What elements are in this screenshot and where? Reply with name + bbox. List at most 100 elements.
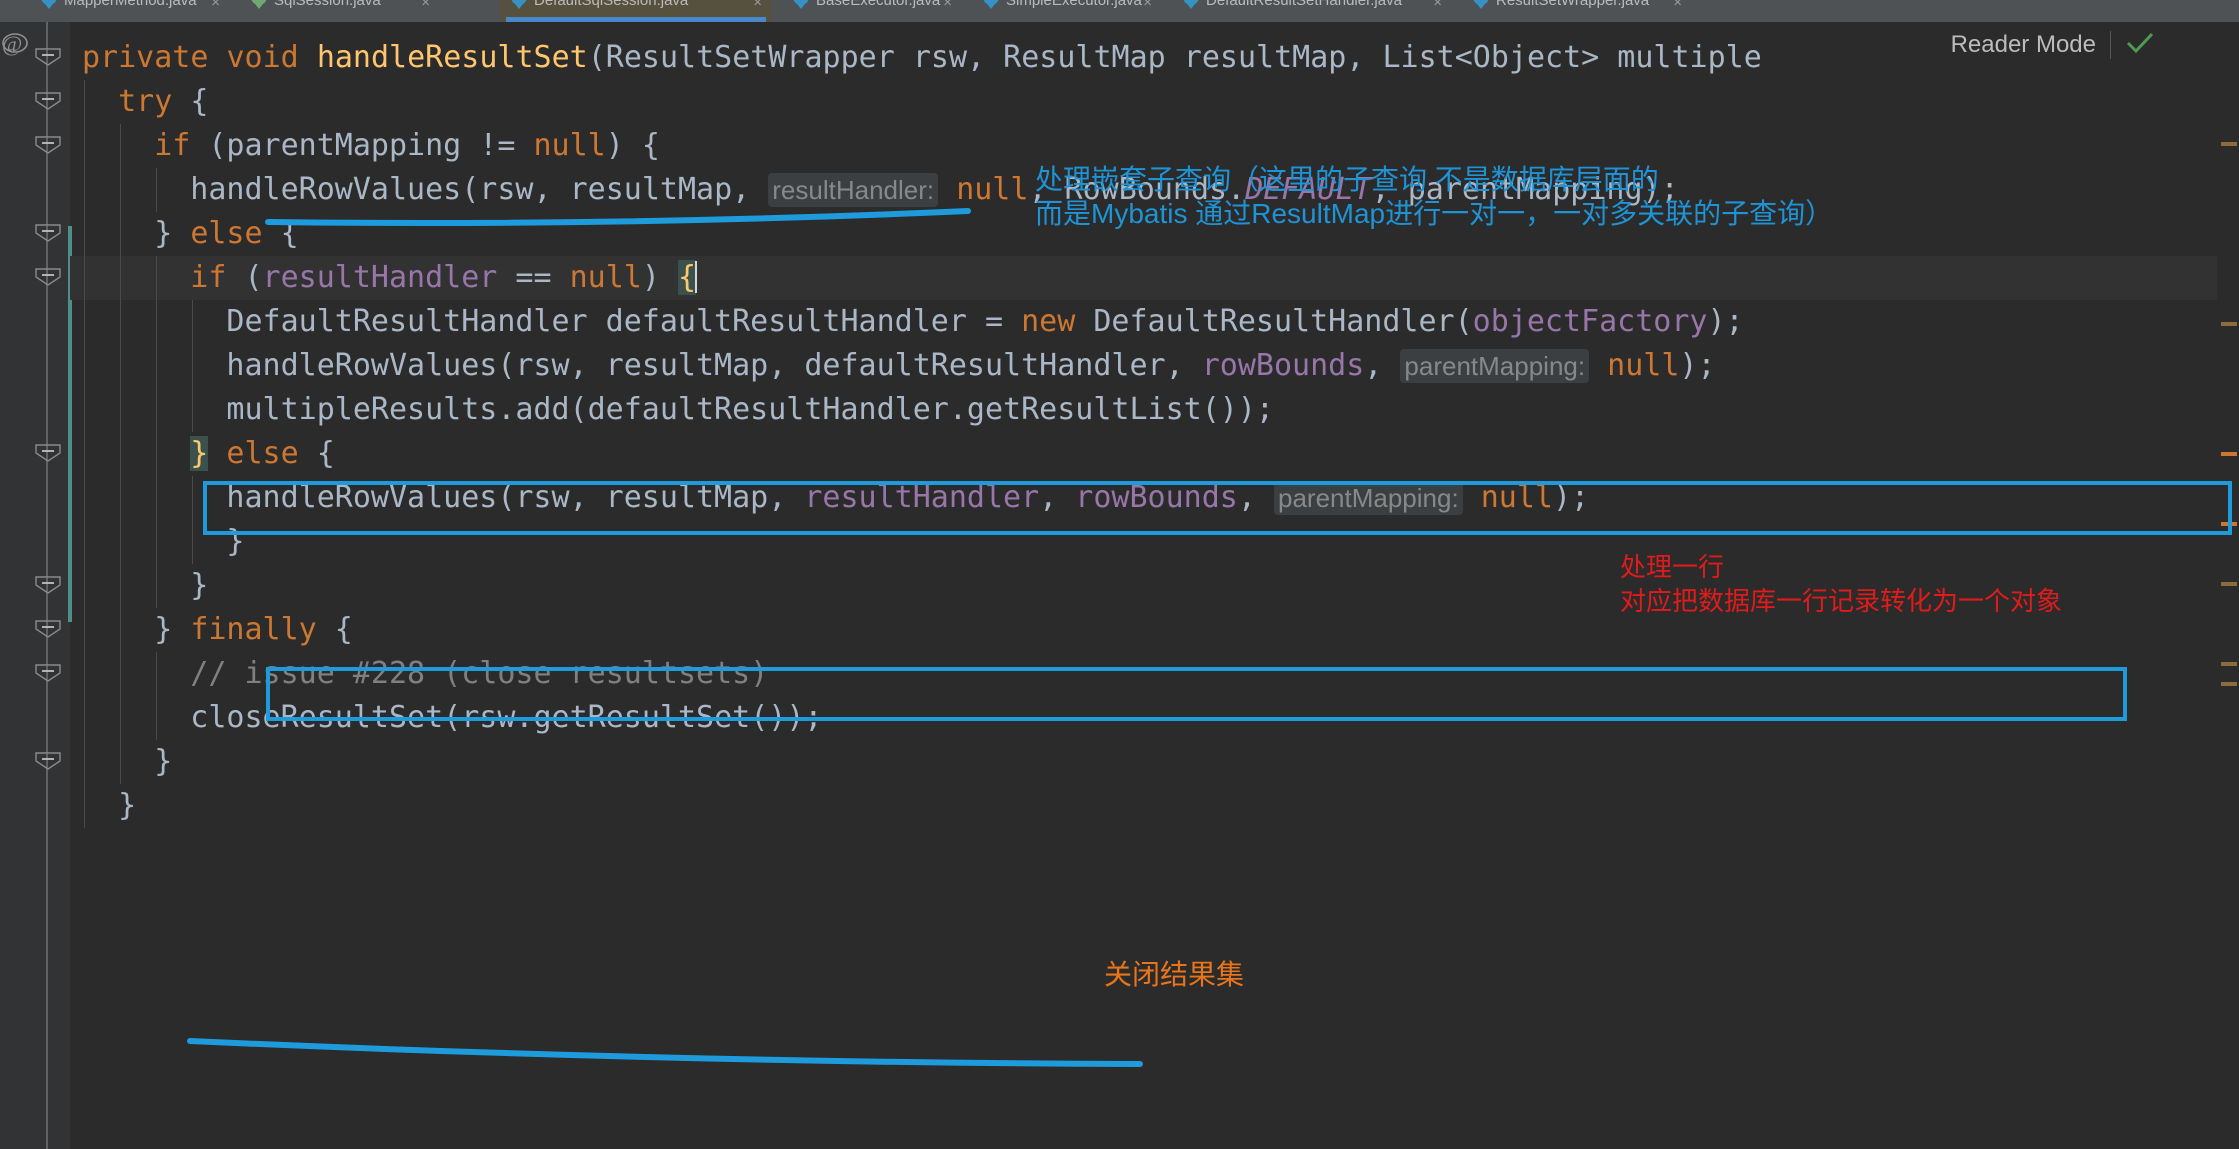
code-fold-toggle-icon[interactable]: [34, 576, 62, 594]
indent-guide: [156, 564, 158, 608]
stripe-mark[interactable]: [2221, 452, 2237, 456]
code-editor[interactable]: @ private void handleResultSet(ResultSet…: [0, 22, 2239, 1149]
code-surface[interactable]: private void handleResultSet(ResultSetWr…: [70, 22, 2239, 1149]
code-line[interactable]: } else {: [70, 432, 2239, 476]
indent-guide: [120, 740, 122, 784]
code-fold-toggle-icon[interactable]: [34, 620, 62, 638]
indent-guide: [156, 300, 158, 344]
editor-tab-6[interactable]: ResultSetWrapper.java ×: [1462, 0, 1692, 22]
stripe-mark[interactable]: [2221, 682, 2237, 686]
code-line[interactable]: if (resultHandler == null) {: [70, 256, 2239, 300]
editor-tab-3[interactable]: BaseExecutor.java ×: [782, 0, 962, 22]
stripe-mark[interactable]: [2221, 142, 2237, 146]
code-line[interactable]: }: [70, 784, 2239, 828]
editor-gutter[interactable]: @: [0, 22, 72, 1149]
code-line[interactable]: if (parentMapping != null) {: [70, 124, 2239, 168]
code-line[interactable]: } else {: [70, 212, 2239, 256]
code-token: new: [1021, 304, 1076, 339]
checkmark-icon[interactable]: [2125, 30, 2155, 60]
indent-guide: [120, 388, 122, 432]
code-line[interactable]: // issue #228 (close resultsets): [70, 652, 2239, 696]
indent-guide: [120, 212, 122, 256]
code-token: rowBounds: [1201, 348, 1365, 383]
code-token: ,: [1364, 348, 1401, 383]
tab-close-icon[interactable]: ×: [211, 0, 220, 11]
indent-guide: [84, 432, 85, 476]
code-token: DefaultResultHandler defaultResultHandle…: [226, 304, 1022, 339]
code-token: handleRowValues(rsw, resultMap, defaultR…: [226, 348, 1202, 383]
code-line[interactable]: }: [70, 520, 2239, 564]
indent-guide: [84, 212, 85, 256]
code-line[interactable]: handleRowValues(rsw, resultMap, resultHa…: [70, 168, 2239, 212]
tab-close-icon[interactable]: ×: [943, 0, 952, 11]
indent-guide: [84, 696, 85, 740]
code-token: null: [569, 260, 642, 295]
tab-close-icon[interactable]: ×: [753, 0, 762, 11]
code-line[interactable]: handleRowValues(rsw, resultMap, defaultR…: [70, 344, 2239, 388]
code-fold-toggle-icon[interactable]: [34, 48, 62, 66]
editor-tab-bar[interactable]: MapperMethod.java × SqlSession.java × Defaul…: [0, 0, 2239, 22]
editor-tab-5[interactable]: DefaultResultSetHandler.java ×: [1172, 0, 1452, 22]
code-token: (: [226, 260, 263, 295]
code-fold-toggle-icon[interactable]: [34, 136, 62, 154]
tab-close-icon[interactable]: ×: [1673, 0, 1682, 11]
error-stripe-scrollbar[interactable]: [2217, 22, 2239, 1149]
code-fold-toggle-icon[interactable]: [34, 92, 62, 110]
indent-guide: [84, 124, 85, 168]
code-line[interactable]: multipleResults.add(defaultResultHandler…: [70, 388, 2239, 432]
stripe-mark[interactable]: [2221, 322, 2237, 326]
stripe-mark[interactable]: [2221, 522, 2237, 526]
indent-guide: [120, 344, 122, 388]
code-token: DEFAULT: [1245, 172, 1372, 207]
code-line[interactable]: }: [70, 564, 2239, 608]
code-line[interactable]: closeResultSet(rsw.getResultSet());: [70, 696, 2239, 740]
code-token: resultHandler: [804, 480, 1040, 515]
code-fold-toggle-icon[interactable]: [34, 664, 62, 682]
indent-guide: [120, 432, 122, 476]
code-line[interactable]: DefaultResultHandler defaultResultHandle…: [70, 300, 2239, 344]
editor-tab-0[interactable]: MapperMethod.java ×: [30, 0, 230, 22]
editor-tab-2[interactable]: DefaultSqlSession.java ×: [500, 0, 772, 22]
editor-tab-label: SqlSession.java: [274, 0, 381, 9]
code-fold-toggle-icon[interactable]: [34, 444, 62, 462]
stripe-mark[interactable]: [2221, 582, 2237, 586]
indent-guide: [84, 740, 85, 784]
stripe-mark[interactable]: [2221, 662, 2237, 666]
code-token: }: [154, 744, 173, 779]
tab-close-icon[interactable]: ×: [1433, 0, 1442, 11]
java-class-icon: [510, 0, 528, 10]
indent-guide: [192, 388, 194, 432]
parameter-hint: parentMapping:: [1400, 349, 1590, 383]
code-fold-toggle-icon[interactable]: [34, 752, 62, 770]
code-token: ,: [1237, 480, 1274, 515]
editor-tab-label: MapperMethod.java: [64, 0, 197, 9]
reader-mode-widget[interactable]: Reader Mode: [1932, 22, 2169, 68]
editor-tab-label: SimpleExecutor.java: [1006, 0, 1142, 9]
code-token: {: [298, 436, 335, 471]
code-line[interactable]: handleRowValues(rsw, resultMap, resultHa…: [70, 476, 2239, 520]
reader-mode-label: Reader Mode: [1950, 31, 2096, 58]
code-fold-toggle-icon[interactable]: [34, 224, 62, 242]
code-token: }: [190, 568, 209, 603]
indent-guide: [84, 476, 85, 520]
code-token: if: [190, 260, 227, 295]
code-token: multipleResults.add(defaultResultHandler…: [226, 392, 1274, 427]
code-line[interactable]: } finally {: [70, 608, 2239, 652]
code-line[interactable]: }: [70, 740, 2239, 784]
code-token: (parentMapping !=: [190, 128, 534, 163]
code-token: else: [190, 216, 263, 251]
indent-guide: [84, 344, 85, 388]
indent-guide: [84, 80, 85, 124]
indent-guide: [120, 256, 122, 300]
tab-close-icon[interactable]: ×: [421, 0, 430, 11]
code-line[interactable]: try {: [70, 80, 2239, 124]
code-fold-toggle-icon[interactable]: [34, 268, 62, 286]
code-token: rowBounds: [1075, 480, 1238, 515]
code-line[interactable]: private void handleResultSet(ResultSetWr…: [70, 36, 2239, 80]
indent-guide: [156, 696, 158, 740]
editor-tab-4[interactable]: SimpleExecutor.java ×: [972, 0, 1162, 22]
editor-tab-1[interactable]: SqlSession.java ×: [240, 0, 440, 22]
tab-close-icon[interactable]: ×: [1143, 0, 1152, 11]
